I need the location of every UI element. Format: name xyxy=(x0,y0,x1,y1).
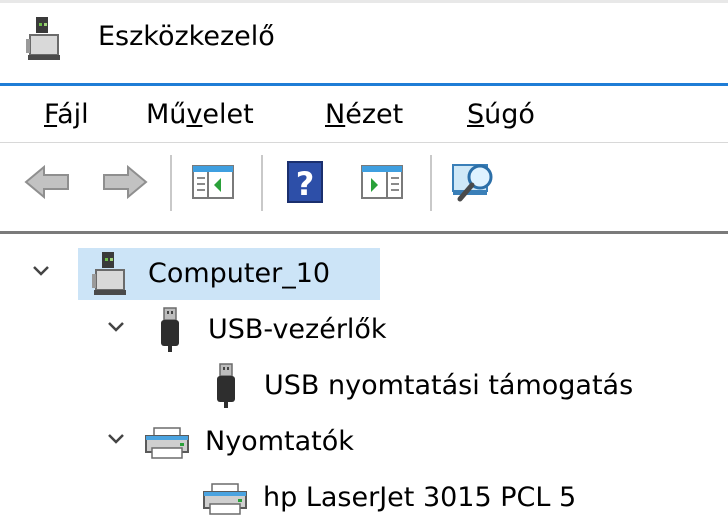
tree-node-printers[interactable]: Nyomtatók xyxy=(0,414,728,470)
show-hide-console-tree-icon[interactable] xyxy=(188,157,238,207)
menu-view[interactable]: Nézet xyxy=(325,96,403,134)
toolbar-separator xyxy=(170,155,172,211)
device-manager-icon xyxy=(26,17,60,60)
toolbar: ? xyxy=(0,143,728,231)
toolbar-separator xyxy=(261,155,263,211)
menu-file[interactable]: Fájl xyxy=(44,96,89,134)
computer-icon xyxy=(92,252,126,295)
tree-node-label: USB-vezérlők xyxy=(208,314,387,345)
menu-action[interactable]: Művelet xyxy=(146,96,254,134)
show-hide-action-pane-icon[interactable] xyxy=(357,157,407,207)
tree-node-label: USB nyomtatási támogatás xyxy=(264,370,634,401)
chevron-down-icon[interactable] xyxy=(105,428,127,450)
tree-node-label: hp LaserJet 3015 PCL 5 xyxy=(263,482,577,513)
usb-connector-icon xyxy=(217,363,235,408)
tree-node-usb-controllers[interactable]: USB-vezérlők xyxy=(0,302,728,358)
forward-arrow-icon[interactable] xyxy=(100,157,150,207)
printer-icon xyxy=(145,427,189,459)
usb-connector-icon xyxy=(161,307,179,352)
svg-text:?: ? xyxy=(296,165,315,203)
menu-bar: Fájl Művelet Nézet Súgó xyxy=(0,86,728,142)
tree-node-label: Nyomtatók xyxy=(205,426,354,457)
help-icon[interactable]: ? xyxy=(280,157,330,207)
chevron-down-icon[interactable] xyxy=(30,260,52,282)
tree-node-label: Computer_10 xyxy=(148,258,331,289)
printer-icon xyxy=(203,483,247,515)
tree-node-usb-printing-support[interactable]: USB nyomtatási támogatás xyxy=(0,358,728,414)
device-tree: Computer_10 USB-vezérlők USB nyomtatási … xyxy=(0,234,728,526)
tree-node-computer[interactable]: Computer_10 xyxy=(0,246,728,302)
back-arrow-icon[interactable] xyxy=(22,157,72,207)
window-title: Eszközkezelő xyxy=(98,21,275,52)
tree-node-hp-laserjet[interactable]: hp LaserJet 3015 PCL 5 xyxy=(0,470,728,526)
chevron-down-icon[interactable] xyxy=(105,316,127,338)
scan-hardware-changes-icon[interactable] xyxy=(450,157,500,207)
menu-help[interactable]: Súgó xyxy=(467,96,535,134)
toolbar-separator xyxy=(430,155,432,211)
title-bar[interactable]: Eszközkezelő xyxy=(0,3,728,83)
